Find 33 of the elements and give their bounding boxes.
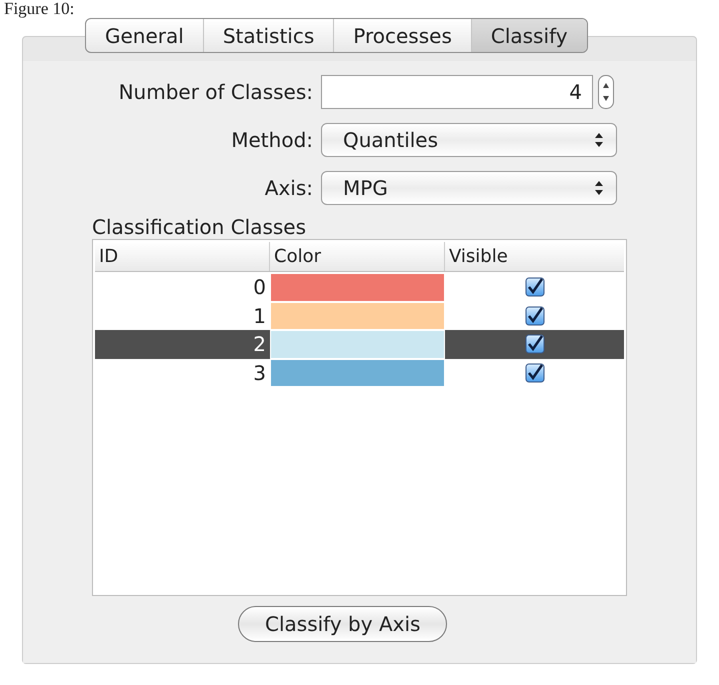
axis-dropdown[interactable]: MPG (321, 171, 617, 205)
tab[interactable]: Statistics (204, 19, 334, 52)
visible-checkbox[interactable] (524, 277, 544, 298)
number-field[interactable]: 4 (321, 75, 593, 109)
method-dropdown[interactable]: Quantiles (321, 123, 617, 157)
field-label: Method: (230, 128, 314, 152)
column-header[interactable]: Visible (445, 242, 624, 271)
color-swatch[interactable] (270, 358, 445, 387)
table-title: Classification Classes (92, 215, 308, 239)
table-row[interactable]: 1 (95, 302, 624, 330)
updown-icon (594, 132, 604, 148)
figure-caption: Figure 10: (3, 0, 76, 18)
table-row[interactable]: 2 (95, 330, 624, 358)
color-swatch[interactable] (270, 302, 445, 330)
table-row[interactable]: 0 (95, 273, 624, 302)
tab[interactable]: Classify (472, 19, 587, 52)
table-row[interactable]: 3 (95, 358, 624, 387)
color-swatch[interactable] (270, 273, 445, 302)
color-swatch[interactable] (270, 330, 445, 358)
id-cell-text: 2 (252, 331, 267, 358)
id-cell-text: 1 (252, 302, 267, 330)
visible-checkbox[interactable] (524, 362, 544, 383)
updown-icon (594, 180, 604, 196)
column-header[interactable]: Color (270, 242, 445, 271)
field-label: Number of Classes: (118, 80, 314, 104)
visible-checkbox[interactable] (524, 334, 544, 354)
id-cell-text: 3 (252, 360, 267, 386)
field-label: Axis: (264, 176, 314, 200)
id-cell-text: 0 (252, 274, 267, 301)
classify-button[interactable]: Classify by Axis (238, 606, 448, 642)
stepper-icon[interactable] (598, 75, 614, 109)
column-header[interactable]: ID (95, 242, 270, 271)
visible-checkbox[interactable] (524, 306, 544, 326)
